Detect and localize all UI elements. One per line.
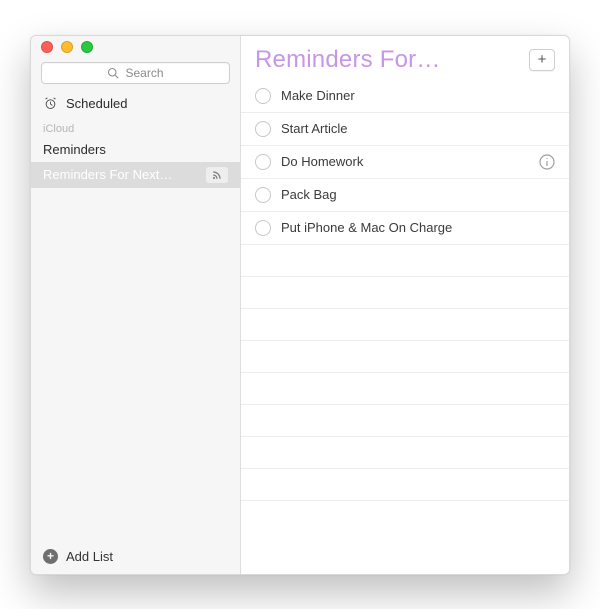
- search-icon: [107, 67, 119, 79]
- reminder-text: Put iPhone & Mac On Charge: [281, 220, 452, 235]
- reminder-item[interactable]: Put iPhone & Mac On Charge: [241, 212, 569, 245]
- reminder-item[interactable]: Start Article: [241, 113, 569, 146]
- reminder-text: Start Article: [281, 121, 347, 136]
- minimize-button[interactable]: [61, 41, 73, 53]
- add-reminder-button[interactable]: +: [529, 49, 555, 71]
- reminder-text: Do Homework: [281, 154, 363, 169]
- add-list-label: Add List: [66, 549, 113, 564]
- complete-toggle[interactable]: [255, 154, 271, 170]
- reminders-list: Make Dinner Start Article Do Homework Pa…: [241, 80, 569, 574]
- empty-row[interactable]: [241, 437, 569, 469]
- close-button[interactable]: [41, 41, 53, 53]
- reminder-text: Pack Bag: [281, 187, 337, 202]
- scheduled-label: Scheduled: [66, 96, 127, 111]
- empty-row[interactable]: [241, 309, 569, 341]
- sidebar-list-label: Reminders: [43, 142, 106, 157]
- window-controls: [31, 36, 240, 58]
- reminder-item[interactable]: Make Dinner: [241, 80, 569, 113]
- complete-toggle[interactable]: [255, 220, 271, 236]
- zoom-button[interactable]: [81, 41, 93, 53]
- sidebar-section-icloud: iCloud: [31, 117, 240, 137]
- rss-icon: [211, 169, 223, 181]
- reminder-text: Make Dinner: [281, 88, 355, 103]
- add-list-button[interactable]: + Add List: [31, 539, 240, 574]
- main-header: Reminders For… +: [241, 36, 569, 80]
- sidebar-list-reminders[interactable]: Reminders: [31, 137, 240, 162]
- sidebar-list-label: Reminders For Next…: [43, 167, 172, 182]
- info-button[interactable]: [539, 154, 555, 170]
- sidebar: Search Scheduled iCloud Reminders Remind…: [31, 36, 241, 574]
- empty-row[interactable]: [241, 341, 569, 373]
- plus-circle-icon: +: [43, 549, 58, 564]
- plus-icon: +: [538, 51, 547, 68]
- empty-row[interactable]: [241, 245, 569, 277]
- empty-row[interactable]: [241, 277, 569, 309]
- list-title: Reminders For…: [255, 46, 441, 74]
- empty-row[interactable]: [241, 373, 569, 405]
- search-wrap: Search: [31, 58, 240, 90]
- reminder-item[interactable]: Do Homework: [241, 146, 569, 179]
- sidebar-item-scheduled[interactable]: Scheduled: [31, 90, 240, 117]
- info-icon: [539, 154, 555, 170]
- complete-toggle[interactable]: [255, 121, 271, 137]
- main-pane: Reminders For… + Make Dinner Start Artic…: [241, 36, 569, 574]
- shared-badge[interactable]: [206, 167, 228, 183]
- reminder-item[interactable]: Pack Bag: [241, 179, 569, 212]
- empty-row[interactable]: [241, 405, 569, 437]
- sidebar-list-selected[interactable]: Reminders For Next…: [31, 162, 240, 188]
- search-input[interactable]: Search: [41, 62, 230, 84]
- alarm-icon: [43, 96, 58, 111]
- complete-toggle[interactable]: [255, 88, 271, 104]
- search-placeholder: Search: [125, 66, 163, 80]
- empty-row[interactable]: [241, 469, 569, 501]
- reminders-window: Search Scheduled iCloud Reminders Remind…: [30, 35, 570, 575]
- complete-toggle[interactable]: [255, 187, 271, 203]
